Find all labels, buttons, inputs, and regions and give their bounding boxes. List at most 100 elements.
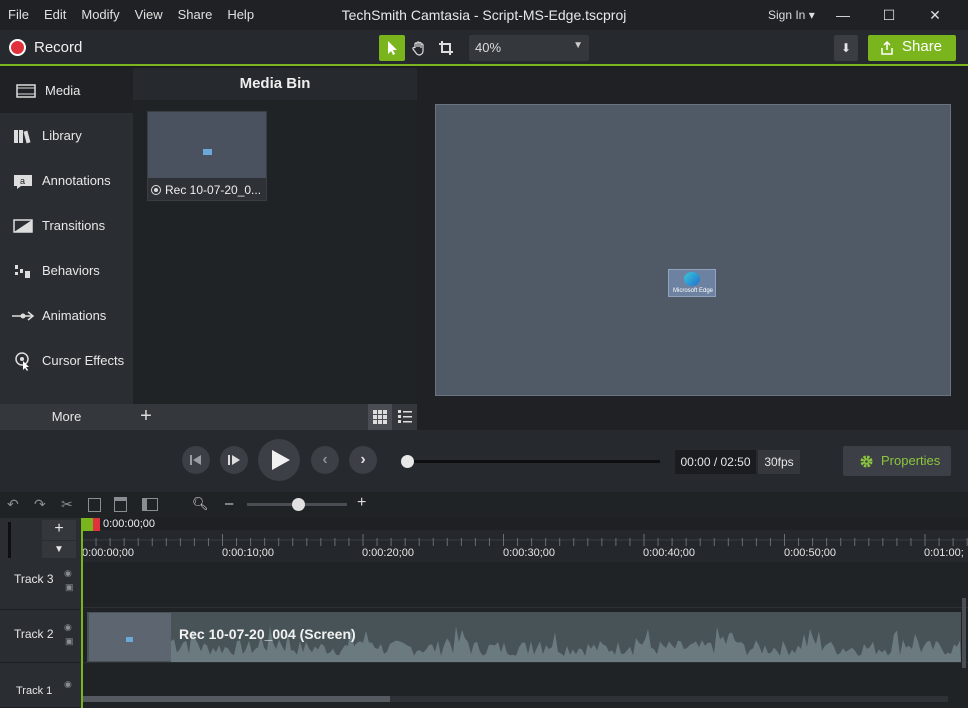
ruler-tick-label: 0:00:40;00 <box>643 547 695 559</box>
track-headers: + ▼ Track 3 ◉ ▣ Track 2 ◉ ▣ Track 1 ◉ <box>0 518 82 708</box>
sidebar-item-behaviors[interactable]: Behaviors <box>0 248 133 293</box>
edge-desktop-icon[interactable]: Microsoft Edge <box>668 269 716 297</box>
share-button[interactable]: Share <box>868 35 956 61</box>
behaviors-icon <box>11 262 35 280</box>
crop-icon <box>439 41 453 55</box>
grid-view-button[interactable] <box>368 404 392 430</box>
scrubber-track[interactable] <box>410 460 660 463</box>
add-track-button[interactable]: + <box>42 520 76 540</box>
properties-label: Properties <box>881 453 941 468</box>
horizontal-scrollbar[interactable] <box>82 696 948 702</box>
crop-tool-button[interactable] <box>433 35 459 61</box>
hand-icon <box>412 41 424 56</box>
track-options-button[interactable]: ▼ <box>42 541 76 558</box>
chevron-left-icon: ‹ <box>322 451 328 468</box>
eye-icon[interactable]: ◉ <box>64 679 72 690</box>
sidebar-item-annotations[interactable]: a Annotations <box>0 158 133 203</box>
lock-icon[interactable]: ▣ <box>65 582 74 593</box>
maximize-button[interactable]: ☐ <box>878 4 900 26</box>
track-header-2[interactable]: Track 2 ◉ ▣ <box>0 610 80 663</box>
mini-desktop-icon <box>126 637 133 642</box>
ruler-tick-label: 0:00:50;00 <box>784 547 836 559</box>
playhead-line[interactable] <box>81 518 83 708</box>
playback-controls: ‹ › 00:00 / 02:50 30fps Properties <box>0 430 968 492</box>
track-3-lane[interactable] <box>82 562 968 608</box>
step-back-icon <box>190 455 201 465</box>
next-marker-button[interactable]: › <box>349 446 377 474</box>
vertical-scrollbar[interactable] <box>962 598 966 668</box>
menu-view[interactable]: View <box>135 7 163 22</box>
tools-sidebar: Media Library a Annotations Transitions … <box>0 68 133 404</box>
redo-icon[interactable]: ↷ <box>34 496 46 513</box>
paste-icon[interactable] <box>114 497 127 512</box>
time-display: 00:00 / 02:50 <box>675 450 756 474</box>
clip-name: Rec 10-07-20_0... <box>165 183 262 197</box>
list-icon <box>398 410 412 423</box>
preview-canvas[interactable]: Microsoft Edge <box>435 104 951 396</box>
sidebar-item-animations[interactable]: Animations <box>0 293 133 338</box>
ruler-tick-label: 0:00:10;00 <box>222 547 274 559</box>
chevron-down-icon: ▼ <box>573 40 583 51</box>
more-button[interactable]: More <box>0 404 133 430</box>
eye-icon[interactable]: ◉ <box>64 622 72 633</box>
sidebar-item-cursor-effects[interactable]: Cursor Effects <box>0 338 133 383</box>
magnetic-track-toggle[interactable] <box>8 522 18 558</box>
menu-edit[interactable]: Edit <box>44 7 66 22</box>
properties-button[interactable]: Properties <box>843 446 951 476</box>
copy-icon[interactable] <box>88 498 101 512</box>
chevron-right-icon: › <box>360 451 366 468</box>
menu-help[interactable]: Help <box>227 7 254 22</box>
step-back-button[interactable] <box>182 446 210 474</box>
zoom-select[interactable]: 40% ▼ <box>469 35 589 61</box>
edge-logo-icon <box>684 272 700 286</box>
pointer-icon <box>388 41 397 55</box>
sidebar-item-label: Media <box>45 83 81 98</box>
add-media-button[interactable]: + <box>136 405 156 427</box>
timeline-clip[interactable]: Rec 10-07-20_004 (Screen) <box>87 612 961 662</box>
timeline-tracks[interactable]: Rec 10-07-20_004 (Screen) <box>82 562 968 708</box>
eye-icon[interactable]: ◉ <box>64 568 72 579</box>
sidebar-item-library[interactable]: Library <box>0 113 133 158</box>
close-button[interactable]: ✕ <box>924 4 946 26</box>
plus-icon: + <box>140 405 152 427</box>
lock-icon[interactable]: ▣ <box>65 636 74 647</box>
select-tool-button[interactable] <box>379 35 405 61</box>
sidebar-item-transitions[interactable]: Transitions <box>0 203 133 248</box>
record-icon <box>9 39 26 56</box>
zoom-out-button[interactable]: – <box>225 495 233 512</box>
media-bin-panel: Media Bin Rec 10-07-20_0... + <box>133 68 417 430</box>
sign-in-button[interactable]: Sign In ▾ <box>768 8 815 22</box>
undo-icon[interactable]: ↶ <box>7 496 19 513</box>
track-label: Track 1 <box>16 685 53 697</box>
track-header-1[interactable]: Track 1 ◉ <box>0 663 80 708</box>
timeline-ruler[interactable]: 0:00:00;00 0:00:00;00 0:00:10;00 0:00:20… <box>82 518 968 562</box>
scrubber-handle[interactable] <box>401 455 414 468</box>
play-button[interactable] <box>258 439 300 481</box>
timeline-zoom-handle[interactable] <box>292 498 305 511</box>
play-icon <box>272 450 290 470</box>
horizontal-scroll-thumb[interactable] <box>82 696 390 702</box>
menu-modify[interactable]: Modify <box>81 7 119 22</box>
media-bin-title: Media Bin <box>133 68 417 100</box>
fps-display: 30fps <box>758 450 800 474</box>
sidebar-item-media[interactable]: Media <box>0 68 133 113</box>
cut-icon[interactable]: ✂ <box>61 496 73 513</box>
list-view-button[interactable] <box>393 404 417 430</box>
step-forward-button[interactable] <box>220 446 248 474</box>
sidebar-item-label: Cursor Effects <box>42 353 125 368</box>
zoom-in-button[interactable]: + <box>357 494 366 512</box>
clip-thumbnail <box>89 613 171 661</box>
record-button[interactable]: Record <box>0 30 100 66</box>
previous-marker-button[interactable]: ‹ <box>311 446 339 474</box>
menu-file[interactable]: File <box>8 7 29 22</box>
menu-share[interactable]: Share <box>178 7 213 22</box>
sidebar-item-label: Transitions <box>42 218 106 233</box>
minimize-button[interactable]: — <box>832 4 854 26</box>
download-button[interactable]: ⬇ <box>834 35 858 61</box>
media-thumbnail[interactable]: Rec 10-07-20_0... <box>147 111 267 201</box>
split-icon[interactable] <box>142 498 158 511</box>
download-icon: ⬇ <box>840 41 852 55</box>
pan-tool-button[interactable] <box>406 35 432 61</box>
transition-icon <box>11 217 35 235</box>
track-header-3[interactable]: Track 3 ◉ ▣ <box>0 562 80 610</box>
